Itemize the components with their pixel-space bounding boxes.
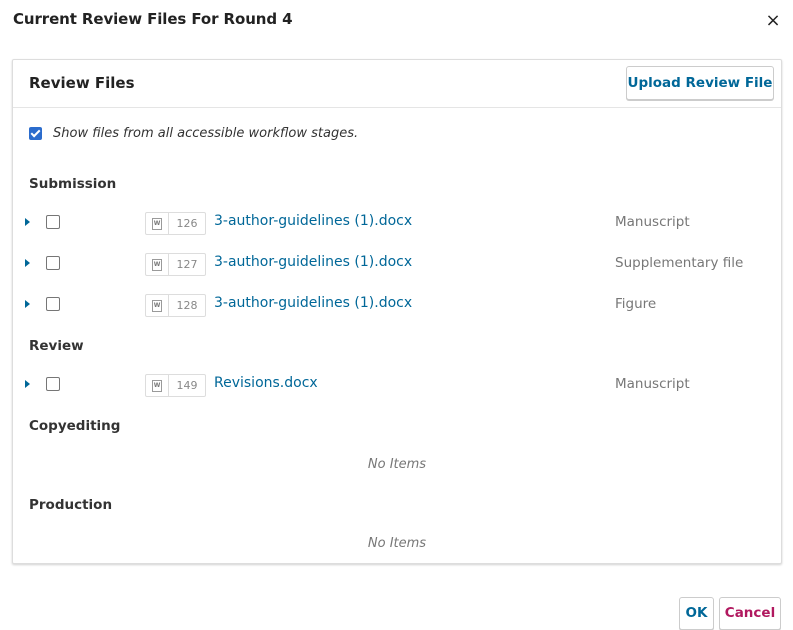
show-all-stages-label: Show files from all accessible workflow … xyxy=(53,126,359,141)
upload-review-file-button[interactable]: Upload Review File xyxy=(626,66,774,100)
word-doc-icon: W xyxy=(146,213,169,234)
file-select-checkbox[interactable] xyxy=(46,377,60,391)
file-badge: W 128 xyxy=(145,294,206,317)
file-name-link[interactable]: 3-author-guidelines (1).docx xyxy=(214,213,412,229)
group-title-copyediting: Copyediting xyxy=(29,418,121,434)
word-doc-icon: W xyxy=(146,375,169,396)
file-genre: Manuscript xyxy=(615,376,690,392)
file-badge: W 126 xyxy=(145,212,206,235)
close-icon[interactable]: × xyxy=(765,12,781,30)
word-doc-icon: W xyxy=(146,254,169,275)
file-genre: Figure xyxy=(615,296,657,312)
file-id: 127 xyxy=(176,258,198,271)
no-items-label: No Items xyxy=(367,536,427,551)
file-select-checkbox[interactable] xyxy=(46,215,60,229)
file-id: 126 xyxy=(176,217,198,230)
file-id: 149 xyxy=(176,379,198,392)
expand-row-icon[interactable] xyxy=(25,259,30,267)
show-all-stages-checkbox[interactable] xyxy=(29,127,42,140)
file-genre: Supplementary file xyxy=(615,255,744,271)
file-row: W 149 Revisions.docx Manuscript xyxy=(13,373,781,397)
file-name-link[interactable]: 3-author-guidelines (1).docx xyxy=(214,254,412,270)
file-id: 128 xyxy=(176,299,198,312)
group-title-review: Review xyxy=(29,338,84,354)
review-files-panel: Review Files Upload Review File Show fil… xyxy=(12,59,782,564)
expand-row-icon[interactable] xyxy=(25,218,30,226)
word-doc-icon: W xyxy=(146,295,169,316)
modal-title: Current Review Files For Round 4 xyxy=(13,10,293,28)
expand-row-icon[interactable] xyxy=(25,380,30,388)
file-row: W 128 3-author-guidelines (1).docx Figur… xyxy=(13,293,781,317)
file-genre: Manuscript xyxy=(615,214,690,230)
file-select-checkbox[interactable] xyxy=(46,256,60,270)
panel-header: Review Files Upload Review File xyxy=(13,60,781,108)
panel-title: Review Files xyxy=(29,74,135,92)
file-row: W 126 3-author-guidelines (1).docx Manus… xyxy=(13,211,781,235)
file-name-link[interactable]: Revisions.docx xyxy=(214,375,318,391)
show-all-stages-option: Show files from all accessible workflow … xyxy=(29,126,358,141)
file-name-link[interactable]: 3-author-guidelines (1).docx xyxy=(214,295,412,311)
group-title-submission: Submission xyxy=(29,176,117,192)
group-title-production: Production xyxy=(29,497,113,513)
file-select-checkbox[interactable] xyxy=(46,297,60,311)
cancel-button[interactable]: Cancel xyxy=(719,597,781,630)
file-row: W 127 3-author-guidelines (1).docx Suppl… xyxy=(13,252,781,276)
file-badge: W 149 xyxy=(145,374,206,397)
no-items-label: No Items xyxy=(367,457,427,472)
file-badge: W 127 xyxy=(145,253,206,276)
ok-button[interactable]: OK xyxy=(679,597,714,630)
expand-row-icon[interactable] xyxy=(25,300,30,308)
